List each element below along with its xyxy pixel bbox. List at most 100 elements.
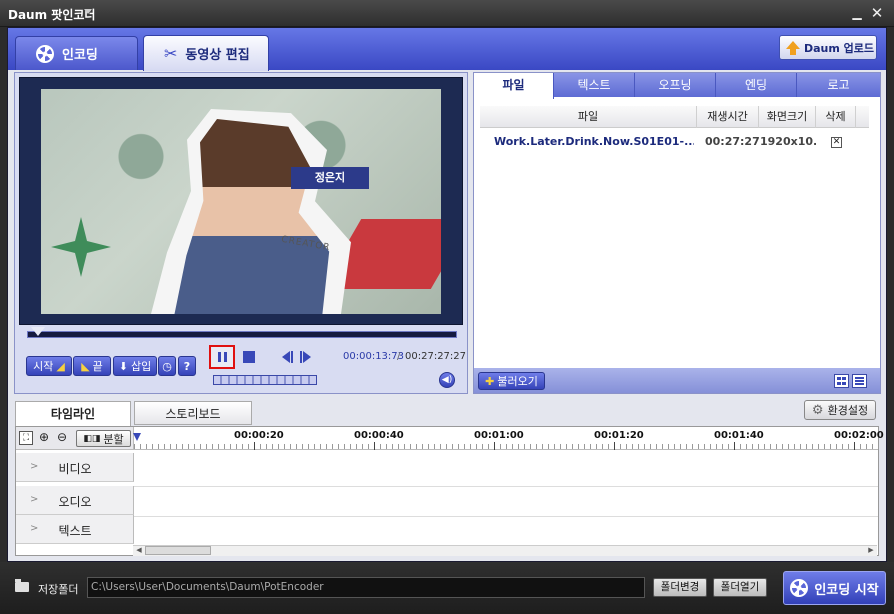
film-reel-icon bbox=[790, 579, 809, 597]
fit-icon[interactable]: ⛶ bbox=[19, 431, 33, 445]
clock-icon: ◷ bbox=[162, 359, 172, 373]
file-resolution: 1920x10... bbox=[760, 135, 816, 148]
pause-button[interactable] bbox=[209, 345, 235, 369]
list-view-icon[interactable] bbox=[852, 374, 867, 388]
tab-encoding-label: 인코딩 bbox=[62, 48, 98, 63]
track-video-label: 비디오 bbox=[58, 462, 92, 476]
title-menu-caret-icon[interactable] bbox=[84, 9, 92, 14]
previous-frame-button[interactable] bbox=[280, 351, 294, 366]
tab-video-edit-label: 동영상 편집 bbox=[185, 48, 250, 63]
previous-frame-icon bbox=[282, 351, 293, 363]
name-tag: 정은지 bbox=[291, 167, 369, 189]
next-frame-button[interactable] bbox=[299, 351, 313, 366]
total-time: 00:27:27:27 bbox=[405, 351, 467, 362]
volume-speaker-icon[interactable]: ◀) bbox=[439, 372, 455, 388]
tab-ending[interactable]: 엔딩 bbox=[716, 73, 797, 97]
tab-encoding[interactable]: 인코딩 bbox=[15, 36, 138, 70]
header-delete[interactable]: 삭제 bbox=[816, 106, 856, 128]
insert-label: 삽입 bbox=[130, 360, 152, 373]
top-tab-bar bbox=[8, 28, 886, 70]
video-preview[interactable]: 정은지 CREATOR bbox=[41, 89, 441, 314]
track-audio[interactable]: > 오디오 bbox=[16, 486, 134, 515]
set-start-button[interactable]: 시작 ◢ bbox=[26, 356, 72, 376]
scroll-left-icon[interactable]: ◀ bbox=[134, 546, 144, 555]
folder-open-button[interactable]: 폴더열기 bbox=[713, 578, 767, 597]
ruler-label: 00:02:00 bbox=[834, 430, 884, 441]
scroll-right-icon[interactable]: ▶ bbox=[866, 546, 876, 555]
set-start-label: 시작 bbox=[33, 360, 54, 373]
load-button[interactable]: ✚ 불러오기 bbox=[478, 372, 545, 390]
right-tab-bar: 파일 텍스트 오프닝 엔딩 로고 bbox=[474, 73, 880, 99]
ruler-tick bbox=[614, 442, 615, 450]
tab-logo[interactable]: 로고 bbox=[797, 73, 880, 97]
volume-slider[interactable] bbox=[213, 375, 317, 385]
pause-icon bbox=[217, 352, 221, 362]
header-duration[interactable]: 재생시간 bbox=[697, 106, 759, 128]
grid-icon-shape bbox=[837, 377, 846, 385]
ruler-label: 00:00:20 bbox=[234, 430, 284, 441]
grid-view-icon[interactable] bbox=[834, 374, 849, 388]
ruler-label: 00:01:20 bbox=[594, 430, 644, 441]
current-time: 00:00:13:73 bbox=[343, 351, 405, 362]
split-icon: ◧◨ bbox=[83, 433, 101, 444]
help-button[interactable]: ? bbox=[178, 356, 196, 376]
clock-button[interactable]: ◷ bbox=[158, 356, 176, 376]
progress-track[interactable] bbox=[27, 331, 457, 338]
close-button[interactable]: ✕ bbox=[869, 5, 885, 21]
title-bar bbox=[0, 0, 894, 27]
stop-button[interactable] bbox=[243, 351, 255, 363]
ruler-label: 00:00:40 bbox=[354, 430, 404, 441]
settings-button[interactable]: ⚙ 환경설정 bbox=[804, 400, 876, 420]
gear-icon: ⚙ bbox=[811, 402, 824, 418]
playhead-marker[interactable] bbox=[133, 433, 141, 441]
timeline-hscrollbar[interactable] bbox=[133, 545, 877, 556]
scroll-thumb[interactable] bbox=[145, 546, 211, 555]
app-title: Daum 팟인코더 bbox=[8, 8, 96, 22]
film-reel-icon bbox=[36, 44, 54, 63]
track-video[interactable]: > 비디오 bbox=[16, 453, 134, 482]
save-folder-label: 저장폴더 bbox=[38, 583, 79, 596]
track-divider bbox=[134, 486, 878, 487]
progress-handle[interactable] bbox=[31, 327, 45, 336]
header-file[interactable]: 파일 bbox=[480, 106, 697, 128]
scissors-film-icon: ✂ bbox=[164, 44, 178, 63]
file-name: Work.Later.Drink.Now.S01E01-... bbox=[494, 135, 694, 148]
down-arrow-icon: ⬇ bbox=[118, 359, 128, 373]
tab-file[interactable]: 파일 bbox=[474, 73, 554, 99]
ruler-tick bbox=[254, 442, 255, 450]
ruler-tick bbox=[374, 442, 375, 450]
tab-timeline[interactable]: 타임라인 bbox=[15, 401, 131, 426]
save-path-field[interactable]: C:\Users\User\Documents\Daum\PotEncoder bbox=[87, 577, 645, 598]
header-resolution[interactable]: 화면크기 bbox=[759, 106, 816, 128]
tab-text[interactable]: 텍스트 bbox=[554, 73, 635, 97]
split-label: 분할 bbox=[103, 432, 124, 446]
ruler-tick bbox=[854, 442, 855, 450]
split-button[interactable]: ◧◨ 분할 bbox=[76, 430, 131, 447]
file-duration: 00:27:27 bbox=[705, 135, 759, 148]
tab-video-edit[interactable]: ✂ 동영상 편집 bbox=[143, 35, 269, 71]
daum-upload-button[interactable]: Daum 업로드 bbox=[779, 35, 877, 60]
track-text[interactable]: > 텍스트 bbox=[16, 515, 134, 544]
tab-storyboard[interactable]: 스토리보드 bbox=[134, 401, 252, 425]
track-audio-label: 오디오 bbox=[58, 495, 92, 509]
start-encoding-label: 인코딩 시작 bbox=[814, 582, 879, 598]
file-row[interactable]: Work.Later.Drink.Now.S01E01-... 00:27:27… bbox=[480, 130, 869, 154]
next-frame-icon bbox=[300, 351, 311, 363]
zoom-out-icon[interactable]: ⊖ bbox=[55, 431, 69, 445]
set-end-button[interactable]: ◣ 끝 bbox=[73, 356, 111, 376]
insert-button[interactable]: ⬇ 삽입 bbox=[113, 356, 157, 376]
ruler-label: 00:01:40 bbox=[714, 430, 764, 441]
folder-change-button[interactable]: 폴더변경 bbox=[653, 578, 707, 597]
delete-file-icon[interactable]: ✕ bbox=[831, 137, 842, 148]
tab-opening[interactable]: 오프닝 bbox=[635, 73, 716, 97]
upload-arrow-icon bbox=[786, 40, 800, 55]
end-marker-icon: ◣ bbox=[81, 359, 90, 373]
set-end-label: 끝 bbox=[92, 360, 103, 373]
settings-label: 환경설정 bbox=[827, 404, 869, 417]
time-separator: / bbox=[397, 351, 401, 362]
zoom-in-icon[interactable]: ⊕ bbox=[37, 431, 51, 445]
start-encoding-button[interactable]: 인코딩 시작 bbox=[783, 571, 886, 605]
minimize-button[interactable]: ▁ bbox=[850, 6, 864, 20]
load-label: 불러오기 bbox=[497, 375, 538, 388]
folder-icon bbox=[15, 579, 29, 592]
